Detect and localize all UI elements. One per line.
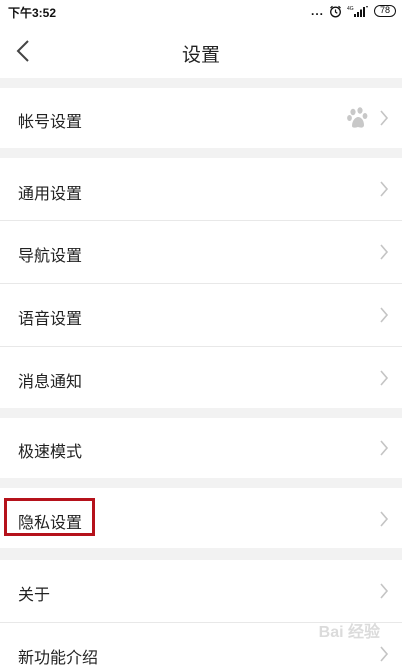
alarm-icon <box>330 5 341 17</box>
settings-row-general[interactable]: 通用设置 <box>0 158 402 220</box>
chevron-right-icon <box>380 244 389 260</box>
settings-row-notifications[interactable]: 消息通知 <box>0 347 402 408</box>
chevron-right-icon <box>380 370 389 386</box>
status-icons: ... 4G 78 <box>311 3 396 19</box>
chevron-right-icon <box>380 646 389 662</box>
settings-row-navigation[interactable]: 导航设置 <box>0 221 402 283</box>
row-label: 新功能介绍 <box>18 650 99 667</box>
svg-text:4G: 4G <box>347 6 354 12</box>
baidu-paw-icon <box>347 107 368 128</box>
chevron-right-icon <box>380 110 389 126</box>
settings-row-speed-mode[interactable]: 极速模式 <box>0 418 402 478</box>
battery-icon: 78 <box>374 5 396 17</box>
settings-row-about[interactable]: 关于 <box>0 560 402 622</box>
row-label: 通用设置 <box>18 186 83 203</box>
row-label: 消息通知 <box>18 374 83 391</box>
status-time: 下午3:52 <box>8 6 57 20</box>
chevron-right-icon <box>380 583 389 599</box>
watermark: Bai 经验 <box>318 624 380 641</box>
settings-row-account[interactable]: 帐号设置 <box>0 88 402 148</box>
signal-4g-icon: 4G <box>347 5 368 17</box>
nav-bar: 设置 <box>0 24 402 78</box>
row-label: 导航设置 <box>18 248 83 265</box>
page-title: 设置 <box>181 45 220 66</box>
settings-row-voice[interactable]: 语音设置 <box>0 284 402 346</box>
chevron-right-icon <box>380 440 389 456</box>
more-dots-icon: ... <box>310 4 324 18</box>
chevron-right-icon <box>380 181 389 197</box>
status-bar: 下午3:52 ... 4G 78 <box>0 0 402 24</box>
chevron-right-icon <box>380 511 389 527</box>
row-label: 极速模式 <box>18 444 83 461</box>
row-label: 关于 <box>18 587 51 604</box>
chevron-right-icon <box>380 307 389 323</box>
highlight-box <box>4 498 95 536</box>
row-label: 语音设置 <box>18 311 83 328</box>
row-label: 帐号设置 <box>18 114 83 131</box>
